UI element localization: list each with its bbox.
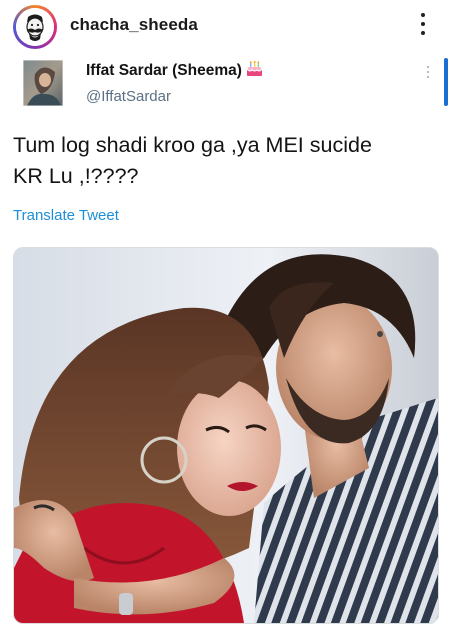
tweet-media-photo[interactable] [13,247,439,624]
tweet-handle[interactable]: @IffatSardar [86,88,171,105]
story-ring[interactable] [13,5,57,49]
tweet-more-icon[interactable] [426,66,430,78]
post-header: chacha_sheeda [0,0,450,54]
scroll-indicator [444,58,448,106]
couple-photo-image [14,248,438,623]
more-options-icon[interactable] [418,13,428,37]
post-username[interactable]: chacha_sheeda [70,15,198,35]
birthday-cake-icon [246,60,263,82]
tweet-text: Tum log shadi kroo ga ,ya MEI sucide KR … [13,133,372,188]
tweet-display-name[interactable]: Iffat Sardar (Sheema) [86,60,263,82]
tweet-author-avatar[interactable] [23,60,63,106]
translate-tweet-link[interactable]: Translate Tweet [13,207,119,224]
mustache-logo-icon [16,8,54,46]
profile-avatar[interactable] [16,8,54,46]
display-name-text: Iffat Sardar (Sheema) [86,62,242,79]
